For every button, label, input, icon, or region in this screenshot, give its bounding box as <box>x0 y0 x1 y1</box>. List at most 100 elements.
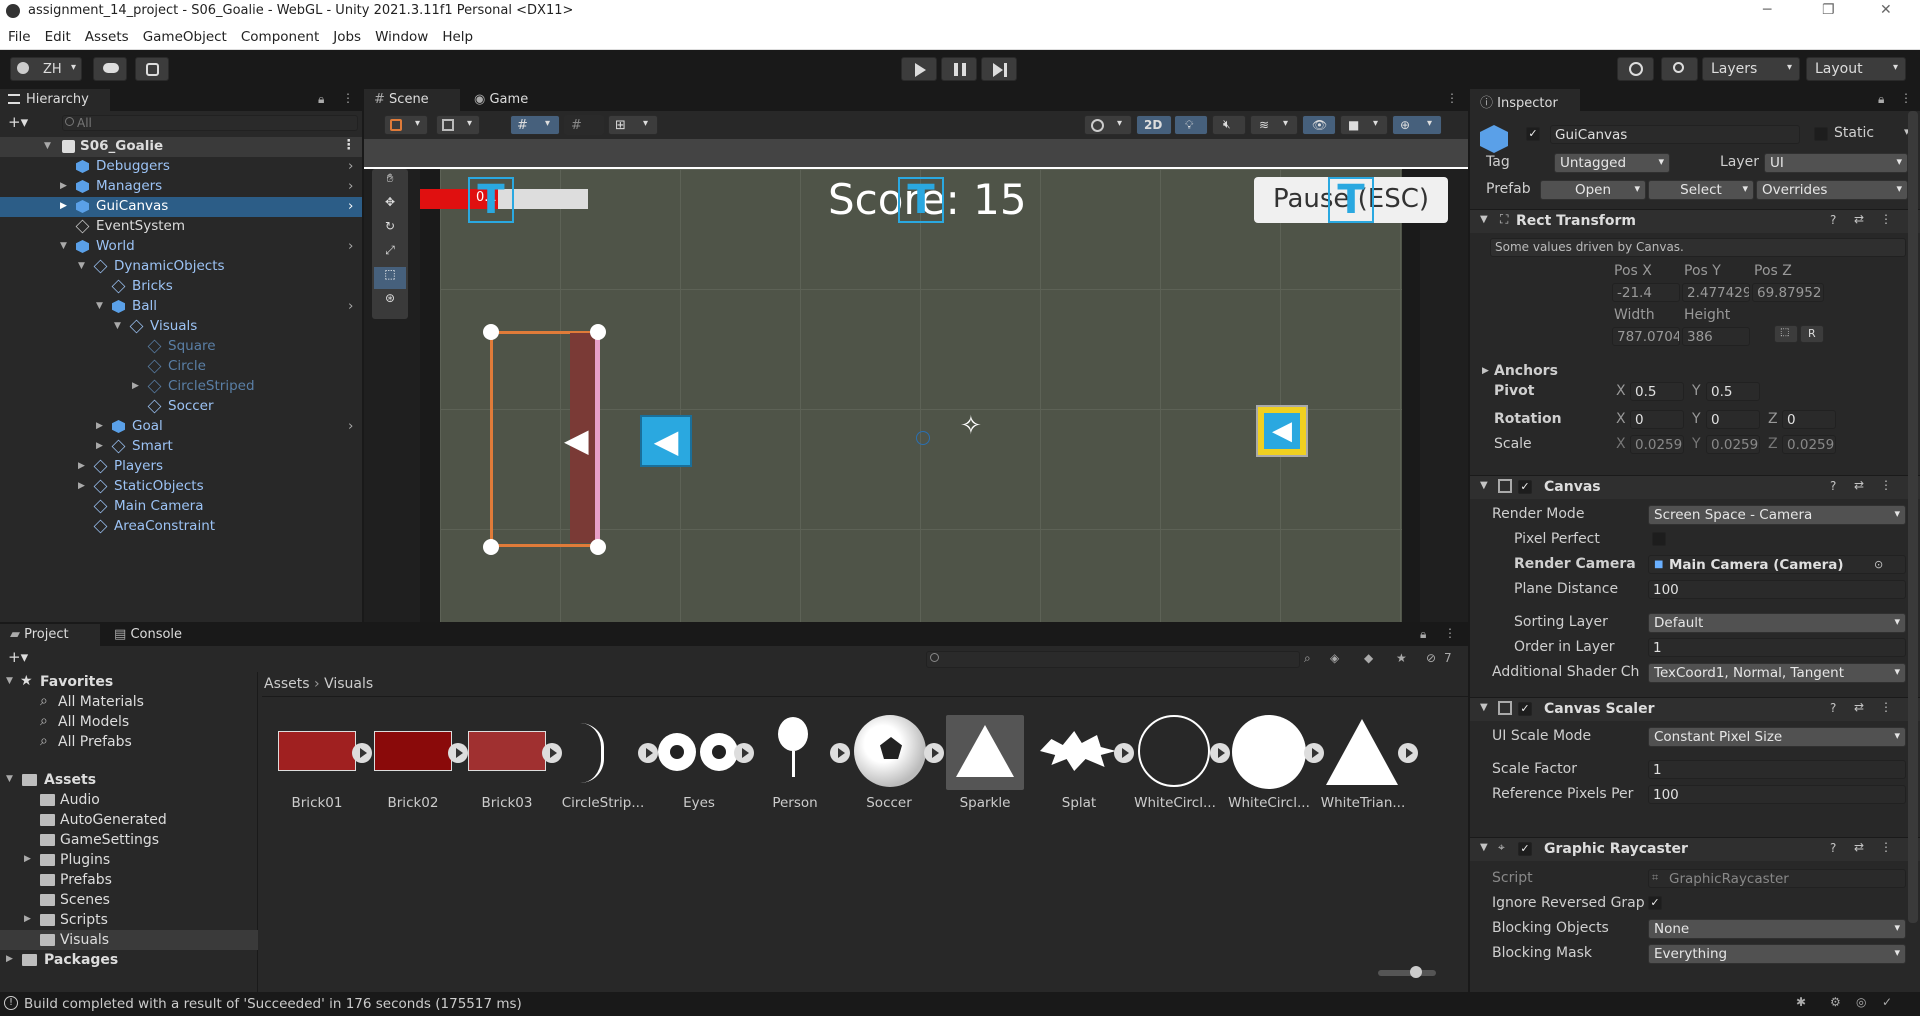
width-field[interactable]: 787.0704 <box>1612 327 1680 346</box>
menu-assets[interactable]: Assets <box>77 24 135 45</box>
canvas-scaler-header[interactable]: ▼ ✓ Canvas Scaler ? ⇄ ⋮ <box>1470 697 1920 721</box>
rect-handle[interactable] <box>483 539 499 555</box>
kebab-menu-icon[interactable]: ⋮ <box>1446 91 1458 105</box>
tab-inspector[interactable]: ⓘ Inspector <box>1470 89 1580 111</box>
tree-item-players[interactable]: ▶ Players <box>0 457 362 477</box>
plane-distance-field[interactable]: 100 <box>1648 580 1906 599</box>
scale-z-field[interactable]: 0.02590 <box>1782 435 1836 454</box>
expand-arrow-icon[interactable] <box>1114 743 1134 763</box>
help-icon[interactable]: ? <box>1830 213 1836 227</box>
ignore-reversed-checkbox[interactable]: ✓ <box>1648 896 1662 910</box>
reference-pixels-field[interactable]: 100 <box>1648 785 1906 804</box>
pos-y-field[interactable]: 2.477429 <box>1682 283 1750 302</box>
expand-arrow-icon[interactable] <box>638 743 658 763</box>
history-button[interactable] <box>1617 57 1654 81</box>
menu-file[interactable]: File <box>0 24 37 45</box>
scale-factor-field[interactable]: 1 <box>1648 760 1906 779</box>
breadcrumb-visuals[interactable]: Visuals <box>324 676 373 692</box>
folder-visuals[interactable]: Visuals <box>0 930 258 950</box>
blueprint-mode-button[interactable]: ⬚ <box>1774 325 1798 343</box>
audio-toggle[interactable]: 🔇︎ <box>1212 115 1246 135</box>
filter-type-icon[interactable]: ◈ <box>1330 651 1339 665</box>
scale-x-field[interactable]: 0.02590 <box>1630 435 1684 454</box>
pivot-x-field[interactable]: 0.5 <box>1630 382 1684 401</box>
packages-folder[interactable]: ▶ Packages <box>0 950 258 970</box>
collab-button[interactable] <box>135 57 169 81</box>
cloud-button[interactable] <box>93 57 127 81</box>
expand-arrow-icon[interactable] <box>734 743 754 763</box>
folder-scenes[interactable]: Scenes <box>0 890 258 910</box>
rect-transform-header[interactable]: ▼ ⛶ Rect Transform ? ⇄ ⋮ <box>1470 209 1920 233</box>
icon-size-slider[interactable] <box>1378 970 1436 976</box>
blocking-mask-dropdown[interactable]: Everything <box>1648 944 1906 964</box>
prefab-overrides-dropdown[interactable]: Overrides <box>1756 180 1908 200</box>
help-icon[interactable]: ? <box>1830 841 1836 855</box>
tree-item-ball[interactable]: ▼ Ball › <box>0 297 362 317</box>
rotation-z-field[interactable]: 0 <box>1782 410 1836 429</box>
expand-arrow-icon[interactable] <box>1210 743 1230 763</box>
menu-edit[interactable]: Edit <box>37 24 77 45</box>
gizmos-dropdown[interactable]: ⊕ ▾ <box>1392 115 1442 135</box>
pos-x-field[interactable]: -21.4 <box>1612 283 1680 302</box>
add-icon[interactable]: +▾ <box>8 648 28 666</box>
kebab-menu-icon[interactable]: ⋮ <box>1880 212 1892 226</box>
inspector-scrollbar[interactable] <box>1908 111 1918 923</box>
folder-prefabs[interactable]: Prefabs <box>0 870 258 890</box>
expand-arrow-icon[interactable] <box>830 743 850 763</box>
anchors-foldout[interactable]: Anchors <box>1494 363 1558 379</box>
camera-dropdown[interactable]: ■ ▾ <box>1340 115 1388 135</box>
menu-component[interactable]: Component <box>233 24 325 45</box>
sorting-layer-dropdown[interactable]: Default <box>1648 613 1906 633</box>
object-name-input[interactable]: GuiCanvas <box>1550 125 1800 144</box>
expand-arrow-icon[interactable] <box>1398 743 1418 763</box>
grid-snap-dropdown[interactable]: # ▾ <box>510 115 560 135</box>
layer-dropdown[interactable]: UI <box>1764 153 1908 173</box>
account-dropdown[interactable]: ZH ▾ <box>10 57 82 81</box>
cache-icon[interactable]: ◎ <box>1856 995 1866 1009</box>
draw-mode-dropdown[interactable]: ▾ <box>1084 115 1132 135</box>
hidden-packages-icon[interactable]: ⊘ <box>1426 651 1436 665</box>
tree-item-main-camera[interactable]: Main Camera <box>0 497 362 517</box>
breadcrumb-assets[interactable]: Assets <box>264 676 310 692</box>
help-icon[interactable]: ? <box>1830 479 1836 493</box>
tree-item-areaconstraint[interactable]: AreaConstraint <box>0 517 362 537</box>
menu-gameobject[interactable]: GameObject <box>135 24 233 45</box>
prefab-select-button[interactable]: Select <box>1648 180 1754 200</box>
kebab-menu-icon[interactable]: ⋮ <box>342 91 354 105</box>
favorite-all-materials[interactable]: ⌕ All Materials <box>0 692 258 712</box>
effects-dropdown[interactable]: ≋ ▾ <box>1250 115 1298 135</box>
favorite-star-icon[interactable]: ★ <box>1396 651 1407 665</box>
tree-item-world[interactable]: ▼ World › <box>0 237 362 257</box>
layout-dropdown[interactable]: Layout ▾ <box>1806 57 1906 81</box>
search-button[interactable] <box>1661 57 1698 81</box>
step-button[interactable] <box>981 57 1017 81</box>
menu-help[interactable]: Help <box>434 24 479 45</box>
kebab-menu-icon[interactable]: ⋮ <box>1900 91 1912 105</box>
prefab-open-button[interactable]: Open <box>1540 180 1646 200</box>
rotation-x-field[interactable]: 0 <box>1630 410 1684 429</box>
tree-item-square[interactable]: Square <box>0 337 362 357</box>
project-search-input[interactable] <box>926 651 1300 668</box>
kebab-menu-icon[interactable]: ⋮ <box>1880 840 1892 854</box>
preset-icon[interactable]: ⇄ <box>1854 700 1864 714</box>
help-icon[interactable]: ? <box>1830 701 1836 715</box>
label-icon[interactable]: ◆ <box>1364 651 1373 665</box>
folder-plugins[interactable]: ▶ Plugins <box>0 850 258 870</box>
pause-button[interactable] <box>941 57 977 81</box>
active-checkbox[interactable]: ✓ <box>1526 127 1540 141</box>
tree-item-dynamicobjects[interactable]: ▼ DynamicObjects <box>0 257 362 277</box>
preset-icon[interactable]: ⇄ <box>1854 212 1864 226</box>
rect-tool-icon[interactable]: ⬚ <box>374 267 406 289</box>
snap-settings-dropdown[interactable]: ⊞ ▾ <box>608 115 658 135</box>
expand-arrow-icon[interactable] <box>542 743 562 763</box>
tree-item-staticobjects[interactable]: ▶ StaticObjects <box>0 477 362 497</box>
slider-handle[interactable] <box>1410 966 1422 978</box>
kebab-menu-icon[interactable]: ⋮ <box>1444 626 1456 640</box>
tab-project[interactable]: ▰ Project <box>0 624 100 646</box>
rect-handle[interactable] <box>483 324 499 340</box>
rect-handle[interactable] <box>590 539 606 555</box>
check-icon[interactable]: ✓ <box>1882 995 1892 1009</box>
foldout-arrow-icon[interactable]: ▶ <box>1482 366 1489 376</box>
tree-item-goal[interactable]: ▶ Goal › <box>0 417 362 437</box>
search-by-type-icon[interactable]: ⌕ <box>1304 651 1311 666</box>
